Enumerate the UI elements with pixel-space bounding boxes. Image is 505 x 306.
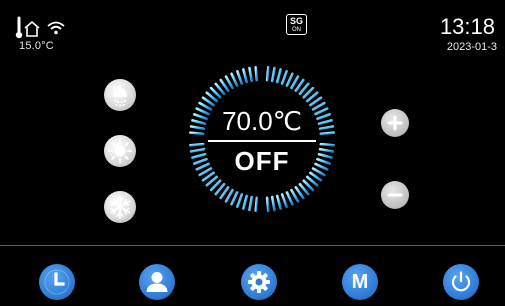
dial-divider — [208, 140, 316, 142]
dial-tick — [219, 186, 230, 200]
dial-tick — [309, 96, 323, 107]
dial-tick — [280, 70, 288, 85]
decrease-temperature-button[interactable] — [381, 181, 409, 209]
settings-button[interactable] — [241, 264, 277, 300]
sun-icon — [108, 139, 132, 163]
dial-tick — [236, 70, 244, 85]
wifi-icon — [46, 20, 66, 36]
bottom-divider — [0, 245, 505, 246]
dial-tick — [248, 195, 254, 212]
dial-tick — [265, 66, 270, 82]
schedule-button[interactable] — [39, 264, 75, 300]
plus-icon — [387, 115, 403, 131]
dial-tick — [219, 78, 230, 92]
dial-tick — [285, 191, 294, 206]
dial-tick — [242, 68, 249, 84]
cooling-mode-button[interactable] — [104, 191, 136, 223]
power-status: OFF — [234, 146, 290, 176]
dial-tick — [254, 66, 259, 82]
clock-time: 13:18 — [439, 14, 495, 39]
sg-state: ON — [292, 27, 301, 33]
home-thermometer-icon — [14, 16, 42, 40]
clock-icon — [44, 269, 70, 295]
dial-tick — [275, 194, 282, 210]
dial-tick — [201, 96, 215, 107]
dial-tick — [242, 194, 249, 210]
temperature-dial[interactable] — [189, 66, 335, 212]
shower-icon — [113, 85, 127, 107]
clock-date: 2023-01-3 — [446, 41, 497, 53]
heating-mode-button[interactable] — [104, 135, 136, 167]
power-button[interactable] — [443, 264, 479, 300]
gear-icon — [248, 271, 270, 293]
dial-tick — [294, 78, 305, 92]
user-button[interactable] — [139, 264, 175, 300]
dial-tick — [294, 186, 305, 200]
dial-tick — [254, 196, 259, 212]
dial-tick — [224, 75, 234, 90]
dial-tick — [224, 188, 234, 203]
dial-tick — [290, 75, 300, 90]
mode-m-label: M — [351, 271, 369, 293]
dial-tick — [290, 188, 300, 203]
outdoor-temperature: 15.0°C — [19, 40, 54, 52]
dial-tick — [270, 195, 276, 212]
sg-status-badge: SG ON — [286, 14, 307, 35]
set-temperature: 70.0℃ — [222, 106, 302, 136]
dial-tick — [236, 193, 244, 208]
power-icon — [451, 271, 471, 292]
sg-label: SG — [289, 16, 303, 26]
increase-temperature-button[interactable] — [381, 109, 409, 137]
mode-m-button[interactable]: M — [342, 264, 378, 300]
shower-mode-button[interactable] — [104, 79, 136, 111]
dial-tick — [270, 66, 276, 83]
user-icon — [146, 272, 168, 292]
dial-tick — [285, 72, 294, 87]
snowflake-icon — [109, 195, 131, 219]
dial-ticks — [189, 66, 335, 212]
dial-tick — [230, 72, 239, 87]
dial-tick — [275, 68, 282, 84]
dial-tick — [230, 191, 239, 206]
dial-tick — [265, 196, 270, 212]
dial-tick — [280, 193, 288, 208]
minus-icon — [387, 193, 403, 197]
dial-tick — [248, 66, 254, 83]
